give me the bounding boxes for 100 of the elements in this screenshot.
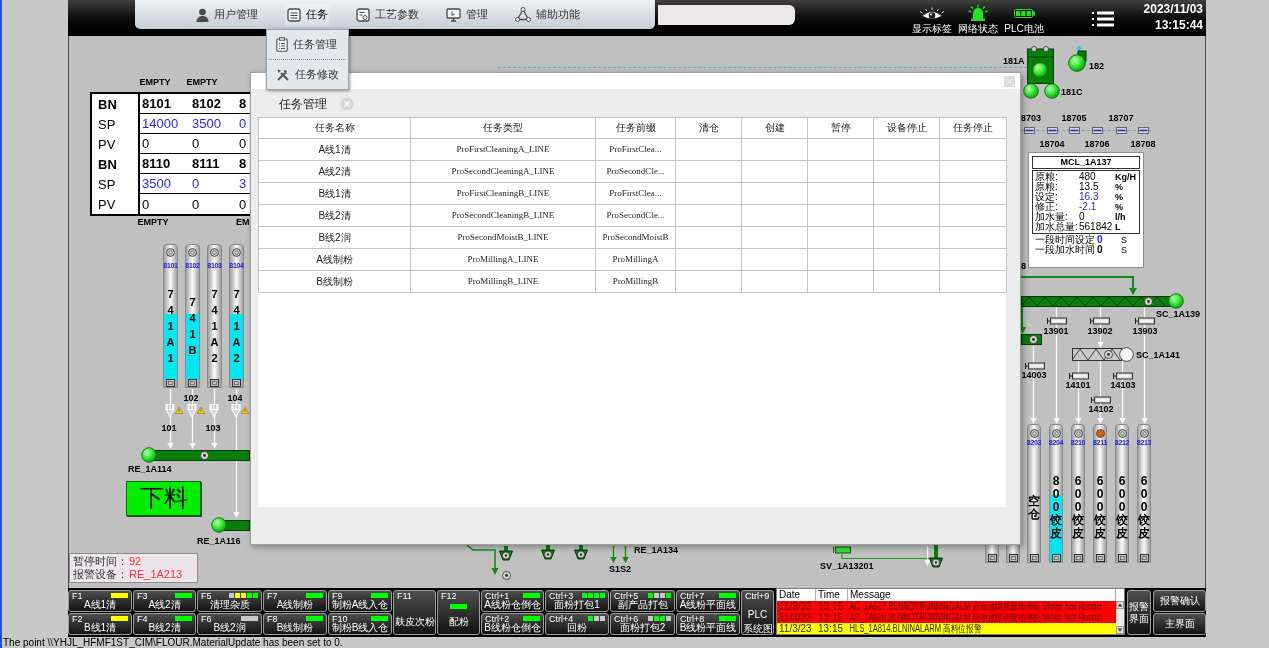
function-key[interactable]: F10 制粉B线入仓 xyxy=(328,613,392,635)
function-key[interactable]: F3 A线2清 xyxy=(133,590,196,612)
dialog-tab[interactable]: 任务管理 xyxy=(279,97,327,111)
function-key[interactable]: F5 清理杂质 xyxy=(197,590,262,612)
table-cell-text: 8 xyxy=(238,96,248,111)
bin-status-label: EMPTY xyxy=(136,217,170,227)
valve-label: 14003 xyxy=(1020,370,1048,380)
function-key[interactable]: Ctrl+2 B线粉仓倒仓 xyxy=(481,613,544,635)
function-key[interactable]: F9 制粉A线入仓 xyxy=(328,590,392,612)
outlet-icon xyxy=(209,379,219,387)
valve-icon xyxy=(1090,317,1110,325)
alarm-key[interactable]: 报警确认 xyxy=(1153,590,1206,612)
outlet-icon xyxy=(1095,554,1105,562)
function-key[interactable]: Ctrl+3 面粉打包1 xyxy=(545,590,609,612)
close-icon[interactable] xyxy=(340,97,354,111)
table-cell-text: 13:15 xyxy=(817,623,845,634)
reading-unit: l/h xyxy=(1115,212,1127,222)
function-key[interactable]: F4 B线2清 xyxy=(133,613,196,635)
rotary-valve-icon xyxy=(929,553,943,571)
table-cell: A线1清 xyxy=(258,138,411,161)
function-key[interactable]: Ctrl+8 B线粉平面线 xyxy=(676,613,740,635)
status-label: 报警设备： xyxy=(73,568,129,581)
reading-value: -2.1 xyxy=(1079,202,1098,212)
table-cell: ProMillingA_LINE xyxy=(410,248,596,271)
flow-arrow xyxy=(1019,307,1026,334)
reading-label: 加水总量: xyxy=(1035,222,1079,232)
equipment-label: 181C xyxy=(1061,87,1083,97)
function-key[interactable]: F7 A线制粉 xyxy=(263,590,327,612)
menu-item[interactable]: 任务修改 xyxy=(267,60,348,89)
function-key[interactable]: Ctrl+1 A线粉仓倒仓 xyxy=(481,590,544,612)
gate-label: 103 xyxy=(204,423,222,433)
indicator-button[interactable]: PLC电池 xyxy=(1001,3,1047,34)
function-key[interactable]: Ctrl+6 面粉打包2 xyxy=(610,613,675,635)
scrollbar[interactable] xyxy=(1116,601,1124,634)
silo-label: 741B xyxy=(187,295,198,358)
silo-label: 741A2 xyxy=(231,287,242,366)
table-cell-text: 8102 xyxy=(191,96,222,111)
alarm-key[interactable]: 主界面 xyxy=(1153,613,1206,635)
table-cell: ProSecondMoistB xyxy=(595,226,676,249)
sensor-label: 8703 xyxy=(1021,113,1042,123)
reading-value: 561842 xyxy=(1079,222,1114,232)
tools-icon xyxy=(276,67,290,82)
function-key[interactable]: F1 A线1清 xyxy=(68,590,132,612)
valve-icon xyxy=(1047,317,1067,325)
menu-item[interactable]: 管理 xyxy=(444,3,490,26)
clipboard-icon xyxy=(276,37,288,52)
silo-label: 600饺皮 xyxy=(1138,475,1150,540)
function-key[interactable]: Ctrl+5 副产品打包 xyxy=(610,590,675,612)
table-cell: ProMillingB xyxy=(595,270,676,293)
indicator-button[interactable]: 网络状态 xyxy=(955,3,1001,34)
table-cell-text: 0 xyxy=(191,136,201,151)
roller-icon xyxy=(1144,297,1153,306)
fan-icon xyxy=(1068,45,1088,72)
eye-icon xyxy=(919,7,945,21)
indicator-button[interactable]: 显示标签 xyxy=(909,3,955,34)
function-key[interactable]: Ctrl+7 A线粉平面线 xyxy=(676,590,740,612)
alarm-key[interactable]: 报警界面 xyxy=(1127,590,1151,635)
gate-label: 101 xyxy=(160,423,178,433)
gate-label: 102 xyxy=(182,393,200,403)
discharge-button[interactable]: 下料 xyxy=(126,481,201,516)
motor-icon xyxy=(1044,83,1060,99)
reading-label: 原粮: xyxy=(1035,172,1059,182)
equipment-label: S1S2 xyxy=(609,564,632,574)
outlet-icon xyxy=(187,379,197,387)
table-cell: B线2润 xyxy=(258,226,411,249)
search-field[interactable] xyxy=(658,5,795,25)
menu-icon[interactable] xyxy=(1092,11,1114,27)
function-key[interactable]: F2 B线1清 xyxy=(68,613,132,635)
reading-label: 原粮: xyxy=(1035,182,1059,192)
row-label: BN xyxy=(92,94,140,114)
menu-item[interactable]: 任务管理 xyxy=(267,30,348,59)
menu-item[interactable]: 任务 xyxy=(284,3,330,26)
valve-icon xyxy=(209,404,219,418)
roller-icon xyxy=(502,571,511,580)
table-cell-text: 0 xyxy=(141,196,151,212)
date-text: 2023/11/03 xyxy=(1143,1,1203,17)
time-text: 13:15:44 xyxy=(1154,17,1203,33)
valve-icon xyxy=(231,404,241,418)
bin-status-label: EMPTY xyxy=(138,77,172,87)
function-key[interactable]: F12 配粉 xyxy=(437,590,480,635)
menu-item[interactable]: 辅助功能 xyxy=(512,3,582,26)
table-cell-text: 8 xyxy=(238,156,248,171)
person-icon xyxy=(196,7,209,22)
reading-label: 修正: xyxy=(1035,202,1059,212)
function-key[interactable]: F6 B线2润 xyxy=(197,613,262,635)
table-cell: ProSecondCleaningB_LINE xyxy=(410,204,596,227)
function-key[interactable]: Ctrl+9 PLC 系统图 xyxy=(741,590,774,635)
function-key[interactable]: F11 麸皮次粉 xyxy=(393,590,436,635)
table-cell: B线制粉 xyxy=(258,270,411,293)
sensor-label: 18707 xyxy=(1107,113,1135,123)
table-cell-text: 13:15 xyxy=(817,601,845,612)
row-label: BN xyxy=(92,154,140,174)
close-icon[interactable] xyxy=(1004,76,1015,87)
menu-item[interactable]: 用户管理 xyxy=(194,3,260,26)
function-key[interactable]: Ctrl+4 回粉 xyxy=(545,613,609,635)
reading-label: 设定: xyxy=(1035,192,1059,202)
function-key[interactable]: F8 B线制粉 xyxy=(263,613,327,635)
reading-unit: % xyxy=(1115,192,1124,202)
valve-icon xyxy=(1069,372,1089,380)
menu-item[interactable]: 工艺参数 xyxy=(353,3,421,26)
